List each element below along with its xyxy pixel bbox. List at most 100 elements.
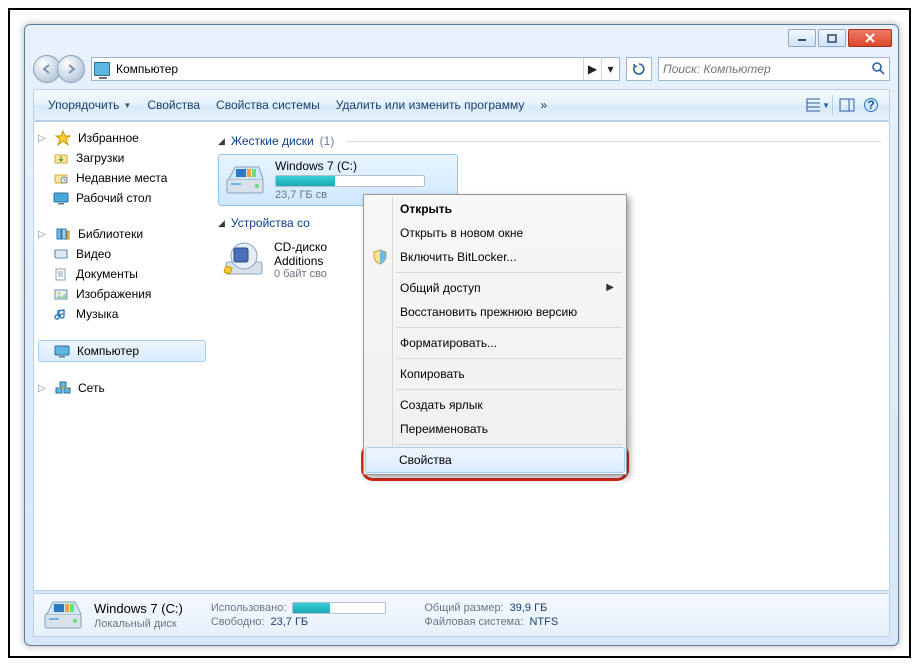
sidebar-item-videos[interactable]: Видео bbox=[34, 244, 210, 264]
drive-icon bbox=[223, 160, 267, 200]
ctx-label: Общий доступ bbox=[400, 281, 481, 295]
system-properties-button[interactable]: Свойства системы bbox=[208, 94, 328, 116]
sidebar-libraries[interactable]: ▷Библиотеки bbox=[34, 224, 210, 244]
ctx-label: Переименовать bbox=[400, 422, 488, 436]
breadcrumb-arrow-icon[interactable]: ▶ bbox=[583, 58, 601, 80]
ctx-label: Восстановить прежнюю версию bbox=[400, 305, 577, 319]
navigation-row: Компьютер ▶ ▾ bbox=[33, 53, 890, 85]
address-text: Компьютер bbox=[112, 62, 583, 76]
music-icon bbox=[52, 306, 70, 322]
expand-icon: ▷ bbox=[38, 133, 48, 144]
sidebar-item-label: Рабочий стол bbox=[76, 191, 151, 205]
ctx-properties[interactable]: Свойства bbox=[365, 447, 625, 473]
status-total-label: Общий размер: bbox=[424, 602, 503, 614]
context-menu: Открыть Открыть в новом окне Включить Bi… bbox=[363, 194, 627, 475]
ctx-restore-previous[interactable]: Восстановить прежнюю версию bbox=[366, 300, 624, 324]
ctx-open[interactable]: Открыть bbox=[366, 197, 624, 221]
separator bbox=[396, 272, 622, 273]
ctx-label: Открыть в новом окне bbox=[400, 226, 523, 240]
star-icon bbox=[54, 130, 72, 146]
sidebar-item-label: Избранное bbox=[78, 131, 139, 145]
ctx-label: Копировать bbox=[400, 367, 465, 381]
sidebar-item-label: Музыка bbox=[76, 307, 118, 321]
view-mode-button[interactable]: ▼ bbox=[806, 93, 830, 117]
address-bar[interactable]: Компьютер ▶ ▾ bbox=[91, 57, 620, 81]
sidebar-computer[interactable]: Компьютер bbox=[38, 340, 206, 362]
forward-button[interactable] bbox=[57, 55, 85, 83]
recent-icon bbox=[52, 170, 70, 186]
ctx-rename[interactable]: Переименовать bbox=[366, 417, 624, 441]
group-title: Устройства со bbox=[231, 216, 310, 230]
toolbar-label: » bbox=[540, 98, 547, 112]
separator bbox=[396, 358, 622, 359]
status-total-value: 39,9 ГБ bbox=[510, 602, 548, 614]
sidebar-item-label: Видео bbox=[76, 247, 111, 261]
refresh-button[interactable] bbox=[626, 57, 652, 81]
toolbar-label: Свойства bbox=[147, 98, 200, 112]
desktop-icon bbox=[52, 190, 70, 206]
chevron-down-icon: ▼ bbox=[123, 101, 131, 110]
help-button[interactable]: ? bbox=[859, 93, 883, 117]
annotation-frame: Компьютер ▶ ▾ Упорядочить▼ Свойства Свой… bbox=[8, 8, 911, 658]
status-fs-label: Файловая система: bbox=[424, 616, 523, 628]
drive-title: Windows 7 (C:) bbox=[275, 159, 425, 173]
sidebar-item-downloads[interactable]: Загрузки bbox=[34, 148, 210, 168]
sidebar-item-label: Компьютер bbox=[77, 344, 139, 358]
sidebar-item-label: Документы bbox=[76, 267, 138, 281]
status-usage-bar bbox=[292, 602, 386, 614]
separator bbox=[396, 327, 622, 328]
search-input[interactable] bbox=[663, 62, 871, 76]
divider bbox=[832, 95, 833, 115]
ctx-format[interactable]: Форматировать... bbox=[366, 331, 624, 355]
divider bbox=[346, 141, 881, 142]
collapse-icon: ◢ bbox=[218, 136, 225, 147]
close-button[interactable] bbox=[848, 29, 892, 47]
sidebar-item-desktop[interactable]: Рабочий стол bbox=[34, 188, 210, 208]
ctx-label: Включить BitLocker... bbox=[400, 250, 517, 264]
svg-text:?: ? bbox=[867, 98, 874, 112]
ctx-bitlocker[interactable]: Включить BitLocker... bbox=[366, 245, 624, 269]
group-hard-disks[interactable]: ◢ Жесткие диски (1) bbox=[218, 134, 881, 148]
sidebar-item-label: Изображения bbox=[76, 287, 151, 301]
cdrom-title: CD-диско bbox=[274, 240, 327, 254]
ctx-create-shortcut[interactable]: Создать ярлык bbox=[366, 393, 624, 417]
search-box[interactable] bbox=[658, 57, 890, 81]
minimize-button[interactable] bbox=[788, 29, 816, 47]
status-used-label: Использовано: bbox=[211, 602, 287, 614]
ctx-sharing[interactable]: Общий доступ▶ bbox=[366, 276, 624, 300]
expand-icon: ▷ bbox=[38, 383, 48, 394]
downloads-icon bbox=[52, 150, 70, 166]
drive-icon bbox=[42, 597, 84, 633]
disc-icon bbox=[222, 240, 266, 280]
nav-buttons bbox=[33, 55, 85, 83]
navigation-pane: ▷ Избранное Загрузки Недавние места Рабоч… bbox=[34, 122, 210, 590]
chevron-down-icon: ▼ bbox=[822, 101, 830, 110]
sidebar-item-recent[interactable]: Недавние места bbox=[34, 168, 210, 188]
organize-button[interactable]: Упорядочить▼ bbox=[40, 94, 139, 116]
toolbar-overflow[interactable]: » bbox=[532, 94, 555, 116]
address-dropdown-icon[interactable]: ▾ bbox=[601, 58, 619, 80]
separator bbox=[396, 444, 622, 445]
preview-pane-button[interactable] bbox=[835, 93, 859, 117]
computer-icon bbox=[92, 62, 112, 76]
group-title: Жесткие диски bbox=[231, 134, 314, 148]
pictures-icon bbox=[52, 286, 70, 302]
uninstall-button[interactable]: Удалить или изменить программу bbox=[328, 94, 533, 116]
maximize-button[interactable] bbox=[818, 29, 846, 47]
status-free-label: Свободно: bbox=[211, 616, 265, 628]
ctx-copy[interactable]: Копировать bbox=[366, 362, 624, 386]
explorer-window: Компьютер ▶ ▾ Упорядочить▼ Свойства Свой… bbox=[24, 24, 899, 646]
ctx-open-new-window[interactable]: Открыть в новом окне bbox=[366, 221, 624, 245]
libraries-icon bbox=[54, 226, 72, 242]
status-free-value: 23,7 ГБ bbox=[270, 616, 308, 628]
sidebar-favorites[interactable]: ▷ Избранное bbox=[34, 128, 210, 148]
search-icon[interactable] bbox=[871, 61, 885, 78]
properties-button[interactable]: Свойства bbox=[139, 94, 208, 116]
sidebar-item-music[interactable]: Музыка bbox=[34, 304, 210, 324]
sidebar-item-documents[interactable]: Документы bbox=[34, 264, 210, 284]
status-subtitle: Локальный диск bbox=[94, 618, 183, 630]
sidebar-item-label: Библиотеки bbox=[78, 227, 143, 241]
sidebar-network[interactable]: ▷Сеть bbox=[34, 378, 210, 398]
network-icon bbox=[54, 380, 72, 396]
sidebar-item-pictures[interactable]: Изображения bbox=[34, 284, 210, 304]
